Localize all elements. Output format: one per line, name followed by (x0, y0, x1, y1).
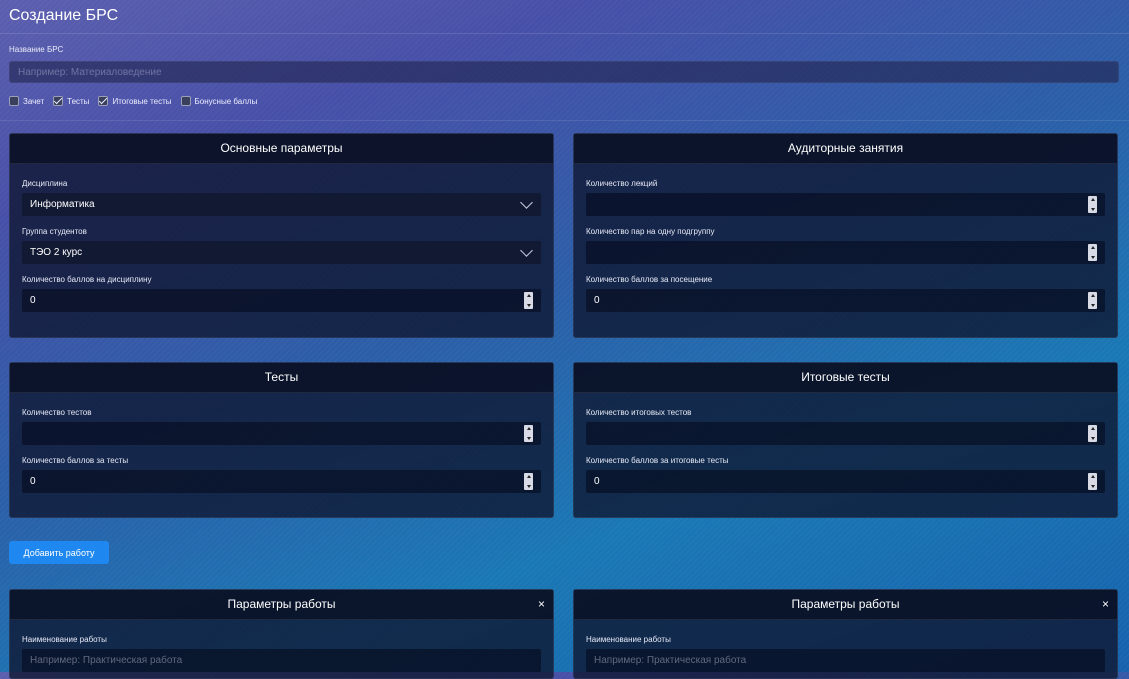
option-label: Итоговые тесты (112, 96, 172, 106)
page-title: Создание БРС (9, 7, 119, 24)
final-tests-count-label: Количество итоговых тестов (586, 408, 692, 417)
group-select[interactable]: ТЭО 2 курс (22, 241, 541, 264)
option-final-tests[interactable]: Итоговые тесты (98, 96, 172, 106)
work-name-input[interactable]: Например: Практическая работа (586, 649, 1105, 672)
discipline-label: Дисциплина (22, 179, 68, 188)
final-tests-checkbox[interactable] (98, 96, 109, 106)
close-icon[interactable]: × (1102, 590, 1109, 619)
panel-title: Основные параметры (10, 134, 553, 164)
work-name-label: Наименование работы (22, 635, 107, 644)
tests-panel: Тесты Количество тестов Количество балло… (9, 362, 554, 518)
title-divider (0, 33, 1129, 34)
panel-title: Параметры работы × (574, 590, 1117, 620)
discipline-select[interactable]: Информатика (22, 193, 541, 216)
spinner-icon[interactable] (524, 292, 533, 309)
panel-title: Тесты (10, 363, 553, 393)
option-credit[interactable]: Зачет (9, 96, 44, 106)
work-params-panel: Параметры работы × Наименование работы Н… (9, 589, 554, 679)
tests-points-label: Количество баллов за тесты (22, 456, 129, 465)
spinner-icon[interactable] (524, 425, 533, 442)
spinner-icon[interactable] (1088, 292, 1097, 309)
points-value: 0 (30, 295, 36, 306)
points-label: Количество баллов на дисциплину (22, 275, 152, 284)
spinner-icon[interactable] (1088, 196, 1097, 213)
discipline-value: Информатика (30, 199, 95, 210)
tests-points-input[interactable]: 0 (22, 470, 541, 493)
credit-checkbox[interactable] (9, 96, 19, 106)
final-tests-count-input[interactable] (586, 422, 1105, 445)
work-panel-title: Параметры работы (791, 597, 900, 611)
lectures-label: Количество лекций (586, 179, 658, 188)
classes-panel: Аудиторные занятия Количество лекций Кол… (573, 133, 1118, 338)
brs-name-label: Название БРС (9, 45, 64, 54)
option-label: Бонусные баллы (194, 96, 258, 106)
final-tests-points-label: Количество баллов за итоговые тесты (586, 456, 729, 465)
panel-title: Аудиторные занятия (574, 134, 1117, 164)
work-params-panel: Параметры работы × Наименование работы Н… (573, 589, 1118, 679)
panel-title: Параметры работы × (10, 590, 553, 620)
chevron-down-icon (520, 244, 533, 257)
option-label: Тесты (67, 96, 90, 106)
chevron-down-icon (520, 196, 533, 209)
lectures-input[interactable] (586, 193, 1105, 216)
work-panel-title: Параметры работы (227, 597, 336, 611)
option-tests[interactable]: Тесты (53, 96, 89, 106)
bonus-checkbox[interactable] (180, 96, 191, 106)
brs-name-input[interactable] (9, 61, 1119, 83)
basic-params-panel: Основные параметры Дисциплина Информатик… (9, 133, 554, 338)
pairs-label: Количество пар на одну подгруппу (586, 227, 715, 236)
tests-points-value: 0 (30, 476, 36, 487)
attendance-value: 0 (594, 295, 600, 306)
spinner-icon[interactable] (1088, 473, 1097, 490)
group-label: Группа студентов (22, 227, 87, 236)
work-name-placeholder: Например: Практическая работа (30, 655, 183, 666)
spinner-icon[interactable] (1088, 425, 1097, 442)
spinner-icon[interactable] (1088, 244, 1097, 261)
pairs-input[interactable] (586, 241, 1105, 264)
work-name-input[interactable]: Например: Практическая работа (22, 649, 541, 672)
attendance-label: Количество баллов за посещение (586, 275, 713, 284)
work-name-placeholder: Например: Практическая работа (594, 655, 747, 666)
spinner-icon[interactable] (524, 473, 533, 490)
panel-title: Итоговые тесты (574, 363, 1117, 393)
options-group: Зачет Тесты Итоговые тесты Бонусные балл… (9, 96, 257, 106)
option-bonus[interactable]: Бонусные баллы (180, 96, 258, 106)
close-icon[interactable]: × (538, 590, 545, 619)
group-value: ТЭО 2 курс (30, 247, 83, 258)
add-work-button[interactable]: Добавить работу (9, 541, 109, 564)
final-tests-panel: Итоговые тесты Количество итоговых тесто… (573, 362, 1118, 518)
option-label: Зачет (23, 96, 45, 106)
final-tests-points-value: 0 (594, 476, 600, 487)
tests-count-input[interactable] (22, 422, 541, 445)
work-name-label: Наименование работы (586, 635, 671, 644)
points-input[interactable]: 0 (22, 289, 541, 312)
tests-count-label: Количество тестов (22, 408, 92, 417)
final-tests-points-input[interactable]: 0 (586, 470, 1105, 493)
attendance-input[interactable]: 0 (586, 289, 1105, 312)
tests-checkbox[interactable] (53, 96, 64, 106)
options-divider (0, 120, 1129, 121)
